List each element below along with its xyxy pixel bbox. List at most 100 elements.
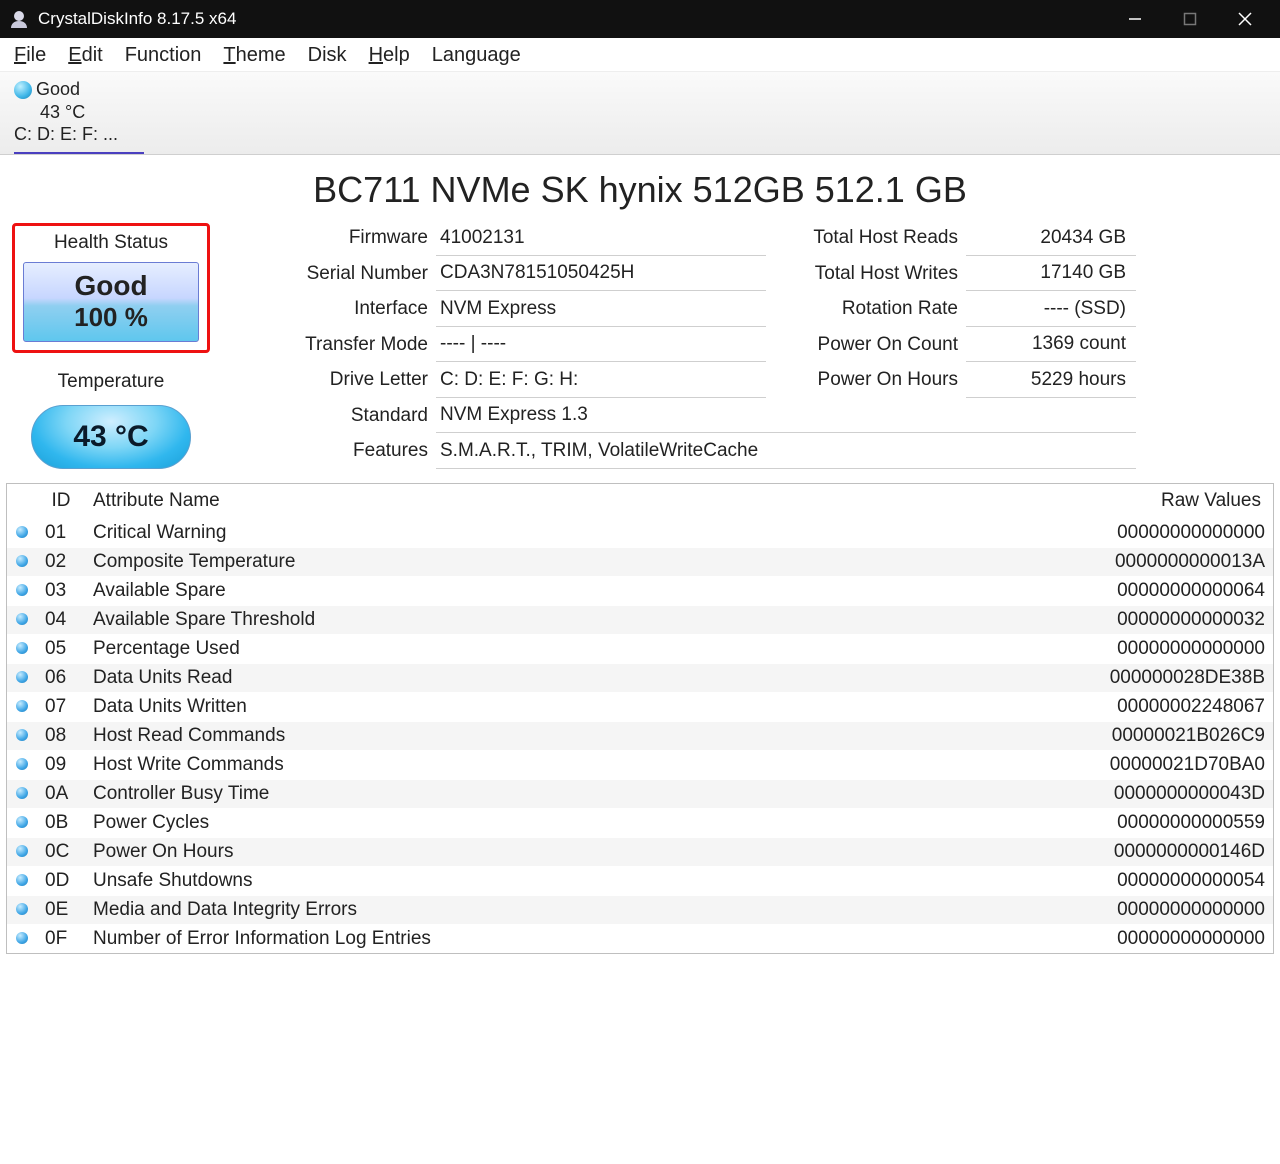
temperature-title: Temperature [12,367,210,401]
disk-tab[interactable]: Good 43 °C C: D: E: F: ... [8,74,128,152]
row-id: 08 [37,722,85,751]
row-status-icon [7,664,37,693]
table-row[interactable]: 03Available Spare00000000000064 [7,577,1273,606]
menu-function[interactable]: Function [125,44,202,67]
menu-theme[interactable]: Theme [223,44,285,67]
menu-file-label: ile [26,44,46,66]
menu-edit-label: dit [82,44,103,66]
temperature-value: 43 °C [73,420,148,454]
table-row[interactable]: 0BPower Cycles00000000000559 [7,809,1273,838]
col-name[interactable]: Attribute Name [85,484,886,519]
power-on-hours-label: Power On Hours [766,363,966,397]
col-raw[interactable]: Raw Values [886,484,1273,519]
rotation-value: ---- (SSD) [966,292,1136,327]
smart-table[interactable]: ID Attribute Name Raw Values 01Critical … [7,484,1273,953]
table-row[interactable]: 0DUnsafe Shutdowns00000000000054 [7,867,1273,896]
table-row[interactable]: 06Data Units Read000000028DE38B [7,664,1273,693]
window-controls [1107,0,1272,38]
row-name: Composite Temperature [85,548,886,577]
disk-tab-temp: 43 °C [14,101,118,124]
row-id: 0B [37,809,85,838]
serial-label: Serial Number [216,257,436,291]
smart-table-wrap: ID Attribute Name Raw Values 01Critical … [6,483,1274,954]
row-status-icon [7,751,37,780]
row-id: 04 [37,606,85,635]
table-row[interactable]: 05Percentage Used00000000000000 [7,635,1273,664]
row-status-icon [7,867,37,896]
status-column: Health Status Good 100 % Temperature 43 … [6,221,216,470]
health-badge[interactable]: Good 100 % [23,262,199,343]
row-status-icon [7,809,37,838]
info-area: Health Status Good 100 % Temperature 43 … [0,221,1280,478]
table-row[interactable]: 07Data Units Written00000002248067 [7,693,1273,722]
maximize-button[interactable] [1162,0,1217,38]
power-on-hours-value: 5229 hours [966,363,1136,398]
row-name: Host Write Commands [85,751,886,780]
menu-help-label: elp [383,44,410,66]
row-id: 0D [37,867,85,896]
table-row[interactable]: 02Composite Temperature0000000000013A [7,548,1273,577]
table-row[interactable]: 08Host Read Commands00000021B026C9 [7,722,1273,751]
menu-help[interactable]: Help [369,44,410,67]
table-row[interactable]: 04Available Spare Threshold0000000000003… [7,606,1273,635]
row-status-icon [7,635,37,664]
row-name: Controller Busy Time [85,780,886,809]
disk-tab-letters: C: D: E: F: ... [14,123,118,146]
close-button[interactable] [1217,0,1272,38]
menu-disk[interactable]: Disk [308,44,347,67]
row-name: Host Read Commands [85,722,886,751]
menubar: File Edit Function Theme Disk Help Langu… [0,38,1280,72]
row-status-icon [7,548,37,577]
row-raw: 00000000000000 [886,635,1273,664]
firmware-label: Firmware [216,221,436,255]
row-id: 02 [37,548,85,577]
row-id: 0E [37,896,85,925]
row-name: Media and Data Integrity Errors [85,896,886,925]
details-grid: Firmware 41002131 Total Host Reads 20434… [216,221,1274,470]
serial-value: CDA3N78151050425H [436,256,766,291]
row-status-icon [7,896,37,925]
standard-label: Standard [216,399,436,433]
row-id: 01 [37,519,85,548]
power-on-count-value: 1369 count [966,327,1136,362]
row-raw: 0000000000146D [886,838,1273,867]
row-name: Available Spare [85,577,886,606]
menu-language[interactable]: Language [432,44,521,67]
table-row[interactable]: 0CPower On Hours0000000000146D [7,838,1273,867]
table-row[interactable]: 09Host Write Commands00000021D70BA0 [7,751,1273,780]
table-row[interactable]: 01Critical Warning00000000000000 [7,519,1273,548]
row-name: Power On Hours [85,838,886,867]
table-row[interactable]: 0AController Busy Time0000000000043D [7,780,1273,809]
col-id[interactable]: ID [37,484,85,519]
firmware-value: 41002131 [436,221,766,256]
table-row[interactable]: 0EMedia and Data Integrity Errors0000000… [7,896,1273,925]
menu-language-label: Language [432,44,521,66]
health-percent: 100 % [28,302,194,333]
features-value: S.M.A.R.T., TRIM, VolatileWriteCache [436,434,1136,469]
row-id: 05 [37,635,85,664]
row-raw: 00000021B026C9 [886,722,1273,751]
row-id: 03 [37,577,85,606]
row-status-icon [7,693,37,722]
window-title: CrystalDiskInfo 8.17.5 x64 [38,9,1107,29]
menu-edit[interactable]: Edit [68,44,102,67]
transfer-mode-label: Transfer Mode [216,328,436,362]
writes-label: Total Host Writes [766,257,966,291]
disk-tab-strip: Good 43 °C C: D: E: F: ... [0,72,1280,155]
rotation-label: Rotation Rate [766,292,966,326]
writes-value: 17140 GB [966,256,1136,291]
menu-file[interactable]: File [14,44,46,67]
row-status-icon [7,519,37,548]
row-status-icon [7,606,37,635]
minimize-button[interactable] [1107,0,1162,38]
row-raw: 00000000000032 [886,606,1273,635]
menu-function-label: Function [125,44,202,66]
row-id: 07 [37,693,85,722]
temperature-badge[interactable]: 43 °C [31,405,191,469]
col-status[interactable] [7,484,37,519]
menu-disk-label: Disk [308,44,347,66]
table-row[interactable]: 0FNumber of Error Information Log Entrie… [7,925,1273,954]
health-status-title: Health Status [23,228,199,262]
row-raw: 0000000000043D [886,780,1273,809]
row-id: 0A [37,780,85,809]
